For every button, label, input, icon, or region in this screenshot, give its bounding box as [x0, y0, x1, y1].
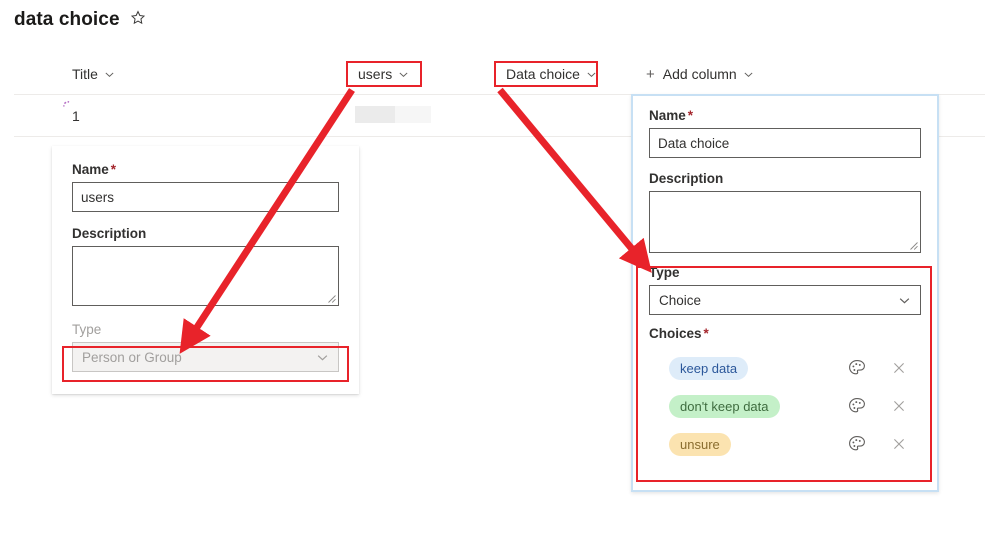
choice-chip[interactable]: keep data — [669, 356, 749, 380]
choice-row[interactable]: keep data — [649, 349, 921, 387]
data-choice-type-label: Type — [649, 265, 680, 280]
chevron-down-icon[interactable] — [898, 294, 911, 307]
data-choice-type-value: Choice — [659, 292, 702, 308]
edit-column-panel-users: Name* Description Type Person or Group — [52, 146, 359, 394]
data-choice-description-field-group: Description — [649, 171, 921, 253]
palette-icon[interactable] — [847, 396, 867, 416]
column-header-title[interactable]: Title — [68, 60, 119, 88]
choice-actions — [847, 358, 921, 378]
users-name-label: Name * — [72, 162, 339, 177]
users-type-dropdown[interactable]: Person or Group — [72, 342, 339, 372]
palette-icon[interactable] — [847, 434, 867, 454]
list-column-header-row: Title users Data choice + Add column — [0, 60, 999, 92]
data-choice-name-label-text: Name — [649, 108, 686, 123]
resize-grip-icon[interactable] — [327, 294, 336, 303]
data-choice-type-field-group: Type Choice — [649, 265, 921, 315]
column-header-data-choice[interactable]: Data choice — [502, 60, 601, 88]
list-title-bar: data choice — [14, 9, 146, 31]
page-title: data choice — [14, 9, 120, 30]
column-header-users-label: users — [358, 66, 393, 82]
required-asterisk: * — [687, 108, 694, 123]
palette-icon[interactable] — [847, 358, 867, 378]
resize-grip-icon[interactable] — [909, 241, 918, 250]
data-choice-type-dropdown[interactable]: Choice — [649, 285, 921, 315]
users-type-label: Type — [72, 322, 102, 337]
chevron-down-icon[interactable] — [316, 351, 329, 364]
choice-actions — [847, 396, 921, 416]
chevron-down-icon[interactable] — [586, 69, 597, 80]
choice-chip[interactable]: unsure — [669, 432, 731, 456]
star-icon[interactable] — [130, 10, 146, 30]
required-asterisk: * — [110, 162, 117, 177]
chevron-down-icon[interactable] — [104, 69, 115, 80]
data-choice-description-label: Description — [649, 171, 724, 186]
choices-label-text: Choices — [649, 326, 702, 341]
chevron-down-icon[interactable] — [743, 69, 754, 80]
close-icon[interactable] — [891, 398, 907, 414]
column-header-title-label: Title — [72, 66, 98, 82]
loading-placeholder-block-light — [395, 106, 431, 123]
add-column-button[interactable]: + Add column — [642, 60, 758, 88]
column-header-users[interactable]: users — [354, 60, 413, 88]
data-choice-name-input[interactable] — [649, 128, 921, 158]
choice-row[interactable]: unsure — [649, 425, 921, 463]
row-title-value: 1 — [72, 108, 80, 124]
close-icon[interactable] — [891, 436, 907, 452]
users-type-value: Person or Group — [82, 349, 182, 365]
plus-icon: + — [646, 65, 655, 83]
choice-chip[interactable]: don't keep data — [669, 394, 780, 418]
required-asterisk: * — [703, 326, 709, 341]
data-choice-name-field-group: Name * — [649, 108, 921, 158]
users-name-label-text: Name — [72, 162, 109, 177]
data-choice-description-textarea[interactable] — [649, 191, 921, 253]
loading-placeholder — [355, 106, 431, 123]
users-description-label: Description — [72, 226, 147, 241]
choice-actions — [847, 434, 921, 454]
users-name-field-group: Name * — [72, 162, 339, 212]
users-description-field-group: Description — [72, 226, 339, 306]
users-description-textarea[interactable] — [72, 246, 339, 306]
data-choice-name-label: Name * — [649, 108, 921, 123]
close-icon[interactable] — [891, 360, 907, 376]
choice-row[interactable]: don't keep data — [649, 387, 921, 425]
column-header-data-choice-label: Data choice — [506, 66, 580, 82]
add-column-label: Add column — [662, 66, 737, 82]
users-name-input[interactable] — [72, 182, 339, 212]
choices-label: Choices * — [649, 326, 921, 341]
loading-placeholder-block-dark — [355, 106, 395, 123]
edit-column-panel-data-choice: Name* Description Type Choice Choices* — [631, 94, 939, 492]
chevron-down-icon[interactable] — [398, 69, 409, 80]
users-type-field-group: Type Person or Group — [72, 322, 339, 372]
